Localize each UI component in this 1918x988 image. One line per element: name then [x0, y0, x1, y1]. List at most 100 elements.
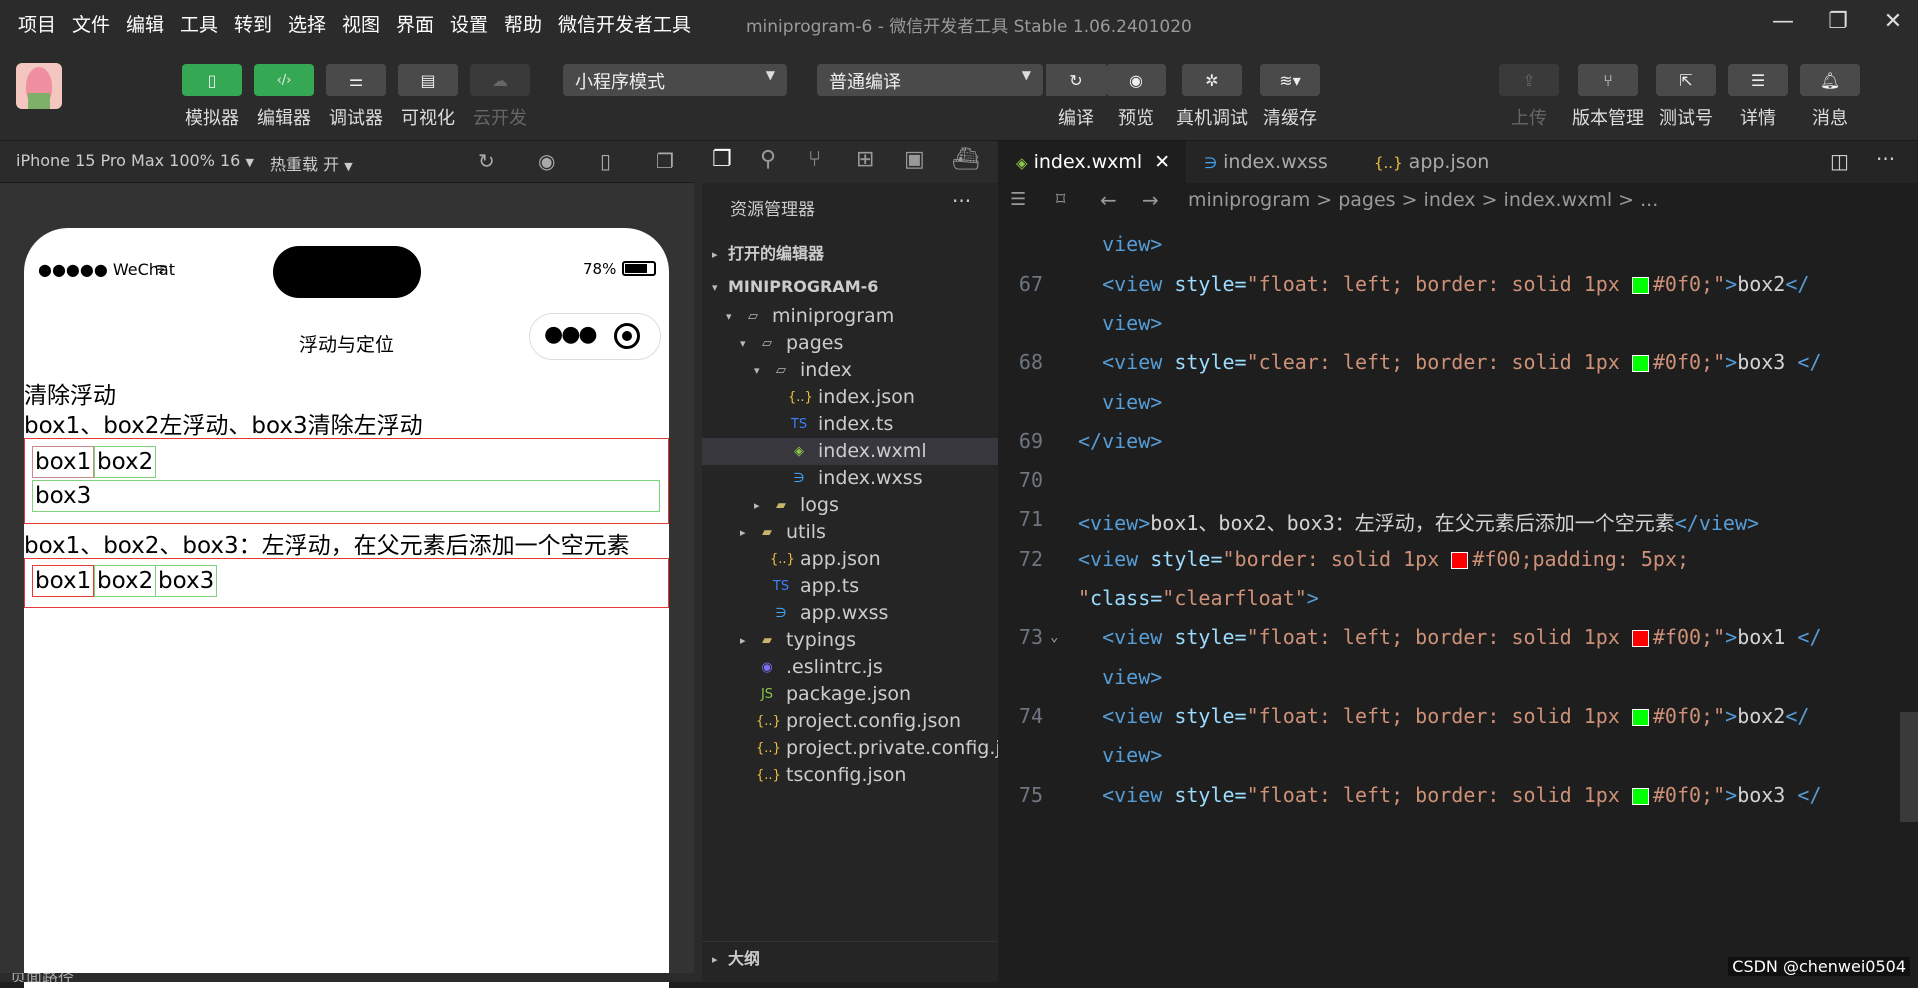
tree-item[interactable]: ◉.eslintrc.js	[702, 654, 998, 681]
chevron-down-icon: ▼	[766, 68, 775, 82]
preview-button[interactable]: ◉	[1106, 64, 1166, 96]
tree-item[interactable]: {..}project.private.config.js...	[702, 735, 998, 762]
tree-item[interactable]: TSapp.ts	[702, 573, 998, 600]
remote-debug-button[interactable]: ✲	[1182, 64, 1242, 96]
version-button[interactable]: ⑂	[1578, 64, 1638, 96]
menu-goto[interactable]: 转到	[234, 10, 272, 37]
compile-button[interactable]: ↻	[1046, 64, 1106, 96]
color-swatch[interactable]	[1632, 355, 1649, 372]
compile-select[interactable]: 普通编译▼	[817, 64, 1043, 96]
code-token: "float: left; border: solid 1px	[1247, 704, 1632, 728]
menu-settings[interactable]: 设置	[450, 10, 488, 37]
rotate-icon[interactable]: ↻	[478, 149, 495, 173]
scrollbar-thumb[interactable]	[1900, 712, 1918, 822]
list-icon[interactable]: ☰	[1010, 183, 1026, 217]
visualize-button[interactable]: ▤	[398, 64, 458, 96]
chevron-right-icon: ▸	[754, 492, 770, 519]
menu-interface[interactable]: 界面	[396, 10, 434, 37]
phone-icon[interactable]: ▯	[600, 149, 611, 173]
git-icon[interactable]: ⑂	[808, 147, 821, 172]
storage-icon[interactable]: ▣	[904, 147, 925, 172]
tab-index-wxss[interactable]: ∋ index.wxss	[1186, 141, 1356, 183]
debugger-icon: ⚌	[349, 71, 363, 90]
bookmark-icon[interactable]: ⌑	[1056, 183, 1065, 217]
back-icon[interactable]: ←	[1100, 183, 1117, 217]
test-account-button[interactable]: ⇱	[1656, 64, 1716, 96]
extensions-icon[interactable]: ⊞	[856, 147, 874, 172]
fold-chevron-icon[interactable]: ⌄	[1050, 629, 1058, 645]
menu-project[interactable]: 项目	[18, 10, 56, 37]
menu-tools[interactable]: 工具	[180, 10, 218, 37]
hot-reload-toggle[interactable]: 热重载 开 ▼	[270, 151, 353, 175]
menu-view[interactable]: 视图	[342, 10, 380, 37]
tree-item[interactable]: TSindex.ts	[702, 411, 998, 438]
mode-select[interactable]: 小程序模式▼	[563, 64, 787, 96]
more-icon[interactable]: ●●●	[544, 322, 596, 347]
tree-item[interactable]: ▸▰utils	[702, 519, 998, 546]
color-swatch[interactable]	[1632, 709, 1649, 726]
visualize-label: 可视化	[393, 104, 463, 130]
color-swatch[interactable]	[1451, 552, 1468, 569]
details-button[interactable]: ☰	[1728, 64, 1788, 96]
maximize-icon[interactable]: ❐	[1818, 6, 1858, 38]
more-icon[interactable]: ···	[1876, 147, 1895, 171]
debugger-button[interactable]: ⚌	[326, 64, 386, 96]
close-icon[interactable]: ✕	[1873, 6, 1913, 38]
split-editor-icon[interactable]: ◫	[1830, 149, 1849, 173]
messages-button[interactable]: 🔔︎	[1800, 64, 1860, 96]
debugger-label: 调试器	[321, 104, 391, 130]
tree-item[interactable]: {..}tsconfig.json	[702, 762, 998, 789]
menu-file[interactable]: 文件	[72, 10, 110, 37]
docker-icon[interactable]: ⛴	[952, 147, 980, 172]
tab-index-wxml[interactable]: ◈ index.wxml ✕	[998, 141, 1186, 183]
tree-item[interactable]: {..}index.json	[702, 384, 998, 411]
search-icon[interactable]: ⚲	[760, 147, 776, 172]
tree-item[interactable]: ▾▱miniprogram	[702, 303, 998, 330]
tree-item[interactable]: ∋app.wxss	[702, 600, 998, 627]
color-swatch[interactable]	[1632, 788, 1649, 805]
project-section[interactable]: ▾MINIPROGRAM-6	[702, 270, 998, 303]
tree-item[interactable]: ▾▱pages	[702, 330, 998, 357]
minimize-icon[interactable]: —	[1763, 6, 1803, 38]
tree-item[interactable]: JSpackage.json	[702, 681, 998, 708]
clear-cache-button[interactable]: ≋▾	[1260, 64, 1320, 96]
tree-item[interactable]: ∋index.wxss	[702, 465, 998, 492]
close-icon[interactable]: ✕	[1154, 151, 1170, 173]
close-capsule-icon[interactable]	[614, 323, 640, 349]
window-icon[interactable]: ❐	[656, 149, 674, 173]
panel-splitter[interactable]	[694, 141, 702, 982]
forward-icon[interactable]: →	[1142, 183, 1159, 217]
simulator-button[interactable]: ▯	[182, 64, 242, 96]
menu-edit[interactable]: 编辑	[126, 10, 164, 37]
more-icon[interactable]: ···	[952, 189, 971, 213]
code-editor[interactable]: <view style="float: left; border: solid …	[998, 217, 1918, 982]
menu-help[interactable]: 帮助	[504, 10, 542, 37]
editor-button[interactable]: ‹/›	[254, 64, 314, 96]
code-token: </	[1797, 350, 1821, 374]
upload-button[interactable]: ⇪	[1499, 64, 1559, 96]
tree-item[interactable]: ◈index.wxml	[702, 438, 998, 465]
outline-section[interactable]: ▸大纲	[702, 941, 998, 974]
capsule-button[interactable]: ●●●	[529, 313, 661, 360]
hot-reload-label: 热重载 开	[270, 155, 339, 174]
cloud-button[interactable]: ☁	[470, 64, 530, 96]
open-editors-section[interactable]: ▸打开的编辑器	[702, 237, 998, 270]
menu-select[interactable]: 选择	[288, 10, 326, 37]
tree-item[interactable]: {..}app.json	[702, 546, 998, 573]
code-token: "clearfloat"	[1162, 586, 1307, 610]
color-swatch[interactable]	[1632, 277, 1649, 294]
files-icon[interactable]: ❐	[712, 147, 732, 172]
menu-wechat-devtools[interactable]: 微信开发者工具	[558, 10, 691, 37]
avatar[interactable]	[16, 63, 62, 109]
color-swatch[interactable]	[1632, 630, 1649, 647]
tree-item[interactable]: ▾▱index	[702, 357, 998, 384]
breadcrumb[interactable]: miniprogram > pages > index > index.wxml…	[1188, 183, 1658, 217]
tree-item[interactable]: ▸▰logs	[702, 492, 998, 519]
device-select[interactable]: iPhone 15 Pro Max 100% 16 ▼	[16, 151, 254, 170]
compile-select-value: 普通编译	[829, 72, 901, 93]
stop-icon[interactable]: ◉	[538, 149, 555, 173]
tree-item[interactable]: ▸▰typings	[702, 627, 998, 654]
tree-item[interactable]: {..}project.config.json	[702, 708, 998, 735]
tab-app-json[interactable]: {..} app.json	[1356, 141, 1526, 183]
line-number: 73	[998, 625, 1043, 649]
